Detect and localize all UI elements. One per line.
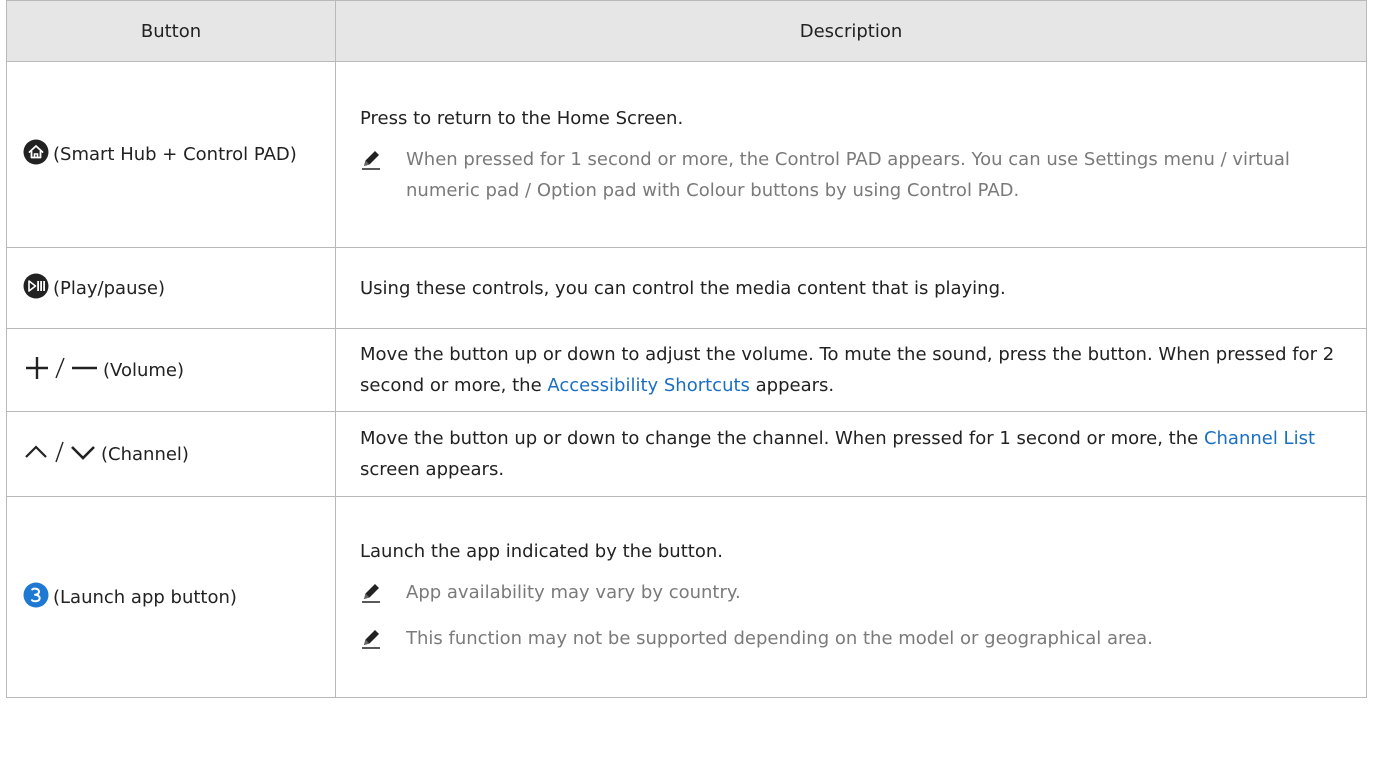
button-label: (Channel) xyxy=(101,443,189,465)
description-text: Move the button up or down to adjust the… xyxy=(360,339,1342,401)
note-text: App availability may vary by country. xyxy=(406,581,741,603)
description-text-end: appears. xyxy=(749,375,835,396)
button-cell: (Smart Hub + Control PAD) xyxy=(6,61,336,248)
channel-list-link[interactable]: Channel List xyxy=(1204,428,1315,449)
pencil-icon xyxy=(360,144,406,180)
button-label: (Smart Hub + Control PAD) xyxy=(53,144,297,165)
button-cell: (Volume) xyxy=(6,328,336,412)
pencil-icon xyxy=(360,577,406,613)
plus-minus-icon xyxy=(23,355,99,386)
description-cell: Move the button up or down to change the… xyxy=(335,411,1367,497)
description-text: Press to return to the Home Screen. xyxy=(360,108,684,129)
note: This function may not be supported depen… xyxy=(360,623,1342,659)
number-3-circle-icon xyxy=(23,582,49,613)
button-label: (Volume) xyxy=(103,359,184,381)
description-cell: Press to return to the Home Screen. When… xyxy=(335,61,1367,248)
accessibility-shortcuts-link[interactable]: Accessibility Shortcuts xyxy=(547,375,750,396)
pencil-icon xyxy=(360,623,406,659)
button-label: (Launch app button) xyxy=(53,586,237,608)
description-text-start: Move the button up or down to change the… xyxy=(360,428,1204,449)
remote-buttons-table: Button Description (Smart Hub + Control … xyxy=(6,0,1367,698)
note: App availability may vary by country. xyxy=(360,577,1342,613)
description-text-end: screen appears. xyxy=(360,459,505,480)
button-cell: (Play/pause) xyxy=(6,247,336,329)
note-text: This function may not be supported depen… xyxy=(406,627,1153,649)
table-row-volume: (Volume) Move the button up or down to a… xyxy=(6,328,1367,412)
table-row-channel: (Channel) Move the button up or down to … xyxy=(6,411,1367,497)
table-row-smart-hub: (Smart Hub + Control PAD) Press to retur… xyxy=(6,61,1367,248)
table-header-row: Button Description xyxy=(6,0,1367,62)
description-cell: Using these controls, you can control th… xyxy=(335,247,1367,329)
button-cell: (Launch app button) xyxy=(6,496,336,698)
description-text: Using these controls, you can control th… xyxy=(360,277,1006,299)
table-row-launch-app: (Launch app button) Launch the app indic… xyxy=(6,496,1367,698)
button-cell: (Channel) xyxy=(6,411,336,497)
table-row-play-pause: (Play/pause) Using these controls, you c… xyxy=(6,247,1367,329)
button-label: (Play/pause) xyxy=(53,277,165,299)
description-text-start: Move the button up or down to adjust the… xyxy=(360,344,1335,396)
header-description: Description xyxy=(335,0,1367,62)
note: When pressed for 1 second or more, the C… xyxy=(360,144,1342,206)
up-down-chevron-icon xyxy=(23,439,97,470)
header-button: Button xyxy=(6,0,336,62)
description-text: Move the button up or down to change the… xyxy=(360,423,1342,485)
note-text: When pressed for 1 second or more, the C… xyxy=(406,149,1290,201)
description-cell: Launch the app indicated by the button. … xyxy=(335,496,1367,698)
description-cell: Move the button up or down to adjust the… xyxy=(335,328,1367,412)
description-text: Launch the app indicated by the button. xyxy=(360,540,723,562)
home-circle-icon xyxy=(23,139,49,170)
play-pause-icon xyxy=(23,273,49,304)
